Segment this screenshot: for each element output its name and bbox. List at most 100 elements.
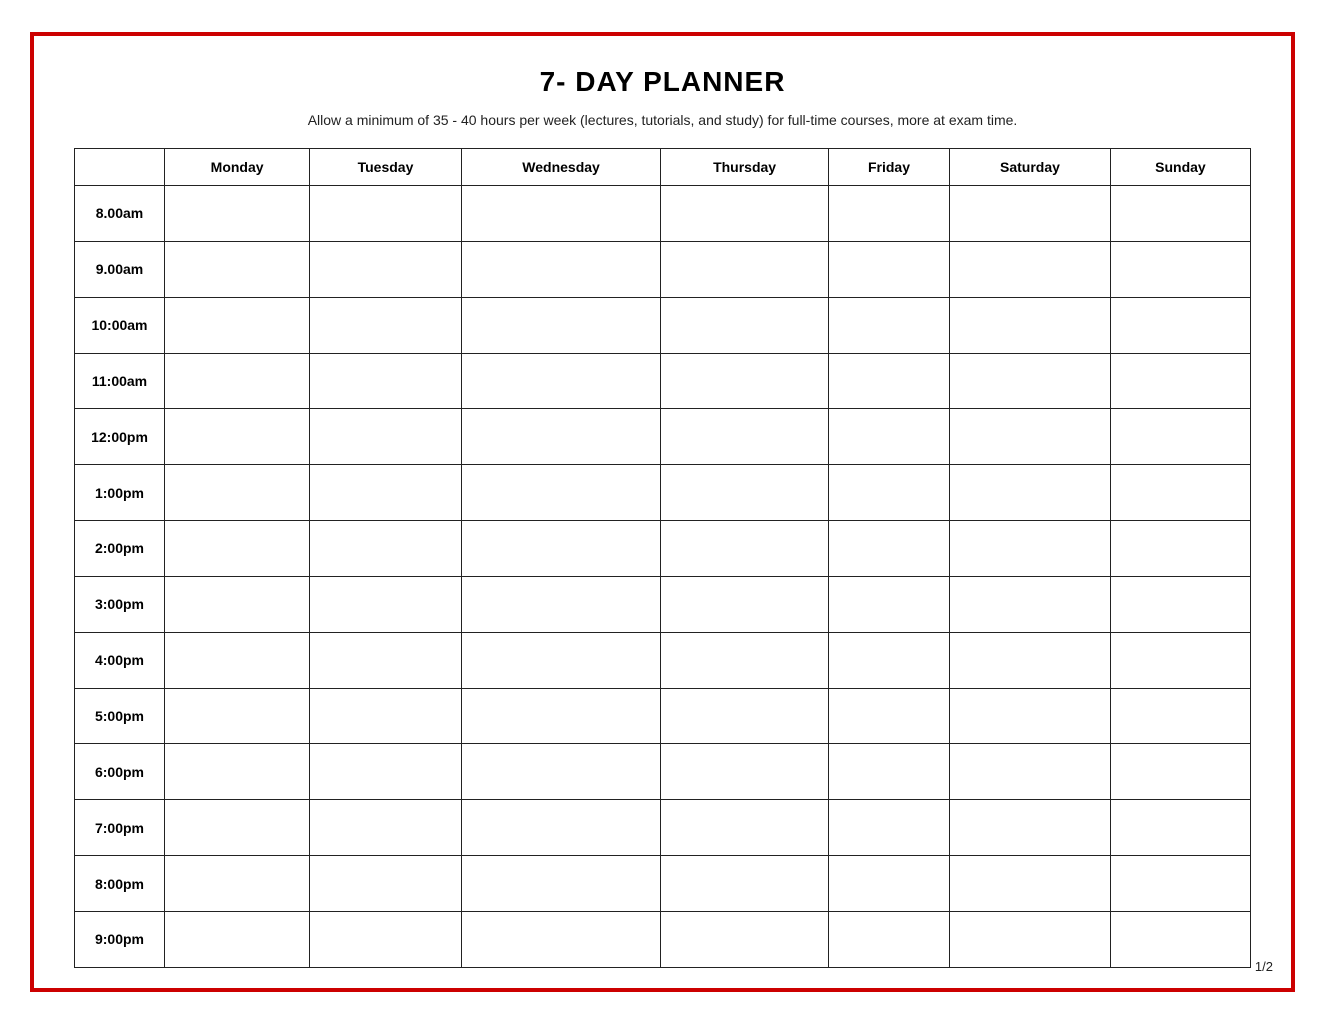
schedule-cell[interactable]	[1110, 465, 1250, 521]
schedule-cell[interactable]	[950, 911, 1111, 967]
schedule-cell[interactable]	[461, 911, 661, 967]
schedule-cell[interactable]	[828, 856, 949, 912]
schedule-cell[interactable]	[310, 744, 462, 800]
table-row: 8:00pm	[75, 856, 1251, 912]
schedule-cell[interactable]	[461, 297, 661, 353]
schedule-cell[interactable]	[950, 632, 1111, 688]
schedule-cell[interactable]	[828, 576, 949, 632]
schedule-cell[interactable]	[661, 856, 829, 912]
schedule-cell[interactable]	[1110, 576, 1250, 632]
schedule-cell[interactable]	[661, 297, 829, 353]
schedule-cell[interactable]	[950, 353, 1111, 409]
schedule-cell[interactable]	[310, 186, 462, 242]
schedule-cell[interactable]	[165, 297, 310, 353]
schedule-cell[interactable]	[461, 744, 661, 800]
schedule-cell[interactable]	[1110, 241, 1250, 297]
schedule-cell[interactable]	[310, 576, 462, 632]
schedule-cell[interactable]	[661, 186, 829, 242]
schedule-cell[interactable]	[828, 911, 949, 967]
schedule-cell[interactable]	[1110, 297, 1250, 353]
schedule-cell[interactable]	[461, 465, 661, 521]
schedule-cell[interactable]	[661, 688, 829, 744]
schedule-cell[interactable]	[950, 576, 1111, 632]
schedule-cell[interactable]	[461, 632, 661, 688]
schedule-cell[interactable]	[828, 465, 949, 521]
schedule-cell[interactable]	[165, 856, 310, 912]
schedule-cell[interactable]	[165, 521, 310, 577]
schedule-cell[interactable]	[310, 688, 462, 744]
schedule-cell[interactable]	[828, 744, 949, 800]
schedule-cell[interactable]	[661, 521, 829, 577]
schedule-cell[interactable]	[661, 632, 829, 688]
schedule-cell[interactable]	[461, 856, 661, 912]
schedule-cell[interactable]	[165, 744, 310, 800]
schedule-cell[interactable]	[1110, 186, 1250, 242]
schedule-cell[interactable]	[310, 409, 462, 465]
schedule-cell[interactable]	[950, 409, 1111, 465]
schedule-cell[interactable]	[950, 241, 1111, 297]
schedule-cell[interactable]	[1110, 521, 1250, 577]
schedule-cell[interactable]	[310, 632, 462, 688]
schedule-cell[interactable]	[165, 688, 310, 744]
schedule-cell[interactable]	[950, 186, 1111, 242]
schedule-cell[interactable]	[1110, 800, 1250, 856]
schedule-cell[interactable]	[661, 409, 829, 465]
schedule-cell[interactable]	[461, 353, 661, 409]
schedule-cell[interactable]	[950, 800, 1111, 856]
schedule-cell[interactable]	[950, 688, 1111, 744]
schedule-cell[interactable]	[461, 186, 661, 242]
schedule-cell[interactable]	[165, 409, 310, 465]
schedule-cell[interactable]	[661, 800, 829, 856]
schedule-cell[interactable]	[310, 911, 462, 967]
schedule-cell[interactable]	[165, 465, 310, 521]
schedule-cell[interactable]	[1110, 744, 1250, 800]
schedule-cell[interactable]	[165, 353, 310, 409]
schedule-cell[interactable]	[828, 632, 949, 688]
schedule-cell[interactable]	[828, 688, 949, 744]
schedule-cell[interactable]	[828, 521, 949, 577]
schedule-cell[interactable]	[828, 800, 949, 856]
schedule-cell[interactable]	[310, 353, 462, 409]
schedule-cell[interactable]	[165, 186, 310, 242]
schedule-cell[interactable]	[661, 353, 829, 409]
schedule-cell[interactable]	[950, 856, 1111, 912]
schedule-cell[interactable]	[661, 576, 829, 632]
schedule-cell[interactable]	[165, 911, 310, 967]
schedule-cell[interactable]	[661, 911, 829, 967]
page-number: 1/2	[1255, 959, 1273, 974]
schedule-cell[interactable]	[828, 353, 949, 409]
schedule-cell[interactable]	[165, 632, 310, 688]
schedule-cell[interactable]	[461, 521, 661, 577]
schedule-cell[interactable]	[1110, 856, 1250, 912]
schedule-cell[interactable]	[950, 744, 1111, 800]
schedule-cell[interactable]	[1110, 353, 1250, 409]
schedule-cell[interactable]	[661, 465, 829, 521]
schedule-cell[interactable]	[661, 241, 829, 297]
schedule-cell[interactable]	[310, 856, 462, 912]
schedule-cell[interactable]	[310, 521, 462, 577]
schedule-cell[interactable]	[461, 576, 661, 632]
schedule-cell[interactable]	[461, 688, 661, 744]
schedule-cell[interactable]	[1110, 911, 1250, 967]
schedule-cell[interactable]	[310, 800, 462, 856]
schedule-cell[interactable]	[950, 465, 1111, 521]
schedule-cell[interactable]	[310, 297, 462, 353]
schedule-cell[interactable]	[461, 800, 661, 856]
schedule-cell[interactable]	[1110, 409, 1250, 465]
schedule-cell[interactable]	[165, 800, 310, 856]
schedule-cell[interactable]	[828, 186, 949, 242]
schedule-cell[interactable]	[828, 241, 949, 297]
schedule-cell[interactable]	[310, 241, 462, 297]
schedule-cell[interactable]	[1110, 632, 1250, 688]
schedule-cell[interactable]	[828, 409, 949, 465]
schedule-cell[interactable]	[461, 241, 661, 297]
schedule-cell[interactable]	[461, 409, 661, 465]
schedule-cell[interactable]	[661, 744, 829, 800]
schedule-cell[interactable]	[1110, 688, 1250, 744]
schedule-cell[interactable]	[828, 297, 949, 353]
schedule-cell[interactable]	[310, 465, 462, 521]
schedule-cell[interactable]	[165, 576, 310, 632]
schedule-cell[interactable]	[165, 241, 310, 297]
schedule-cell[interactable]	[950, 297, 1111, 353]
schedule-cell[interactable]	[950, 521, 1111, 577]
